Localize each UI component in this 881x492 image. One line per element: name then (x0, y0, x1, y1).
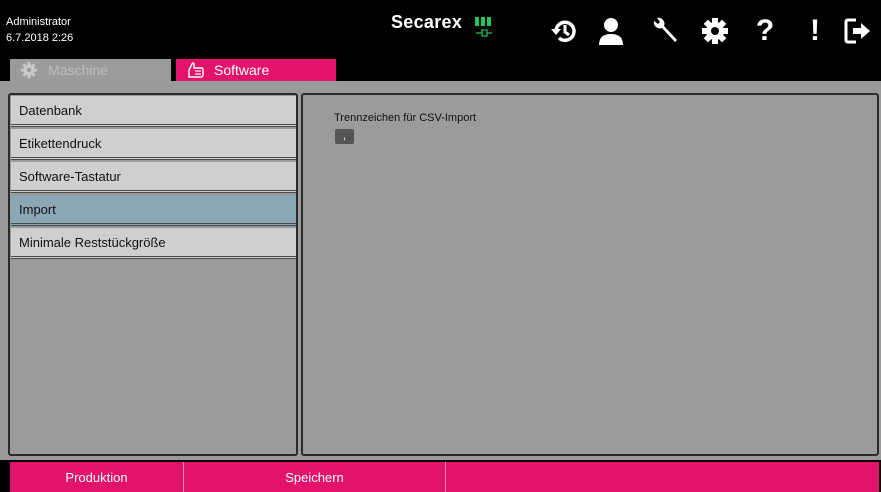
hand-pointer-icon (188, 62, 204, 78)
csv-separator-label: Trennzeichen für CSV-Import (334, 112, 477, 124)
user-icon (599, 18, 623, 45)
user-name: Administrator (6, 16, 71, 28)
footer-actions: Produktion Speichern (10, 462, 879, 492)
logout-icon (844, 18, 870, 44)
tab-maschine-label: Maschine (48, 62, 108, 78)
history-button[interactable] (548, 14, 582, 48)
header-bar: Administrator 6.7.2018 2:26 Secarex ? ! (0, 0, 881, 59)
settings-menu: Datenbank Etikettendruck Software-Tastat… (8, 93, 298, 456)
user-info: Administrator 6.7.2018 2:26 (6, 14, 73, 46)
menu-item-etikettendruck[interactable]: Etikettendruck (11, 129, 296, 160)
tab-software[interactable]: Software (176, 59, 336, 81)
footer-bar: Produktion Speichern (0, 460, 881, 492)
menu-item-import[interactable]: Import (11, 195, 296, 226)
menu-item-software-tastatur[interactable]: Software-Tastatur (11, 162, 296, 193)
tab-software-label: Software (214, 62, 270, 78)
alert-icon: ! (810, 14, 820, 47)
gear-icon (702, 18, 728, 44)
battery-status-icon (475, 17, 492, 37)
wrench-icon (653, 17, 677, 42)
datetime: 6.7.2018 2:26 (6, 32, 74, 44)
main-area: Datenbank Etikettendruck Software-Tastat… (0, 81, 881, 460)
help-button[interactable]: ? (748, 14, 782, 48)
csv-separator-input[interactable] (335, 129, 354, 144)
settings-button[interactable] (698, 14, 732, 48)
gear-icon (21, 62, 37, 78)
menu-item-datenbank[interactable]: Datenbank (11, 96, 296, 127)
tab-maschine[interactable]: Maschine (10, 59, 171, 81)
alerts-button[interactable]: ! (798, 14, 832, 48)
history-icon (551, 20, 576, 43)
user-button[interactable] (594, 14, 628, 48)
tools-button[interactable] (648, 14, 682, 48)
brand-title: Secarex (391, 12, 463, 32)
logout-button[interactable] (841, 14, 875, 48)
help-icon: ? (755, 14, 775, 47)
menu-item-minimale-reststueckgroesse[interactable]: Minimale Reststückgröße (11, 228, 296, 259)
import-settings-panel: Trennzeichen für CSV-Import (301, 93, 879, 456)
production-button[interactable]: Produktion (10, 462, 184, 492)
save-button[interactable]: Speichern (184, 462, 446, 492)
